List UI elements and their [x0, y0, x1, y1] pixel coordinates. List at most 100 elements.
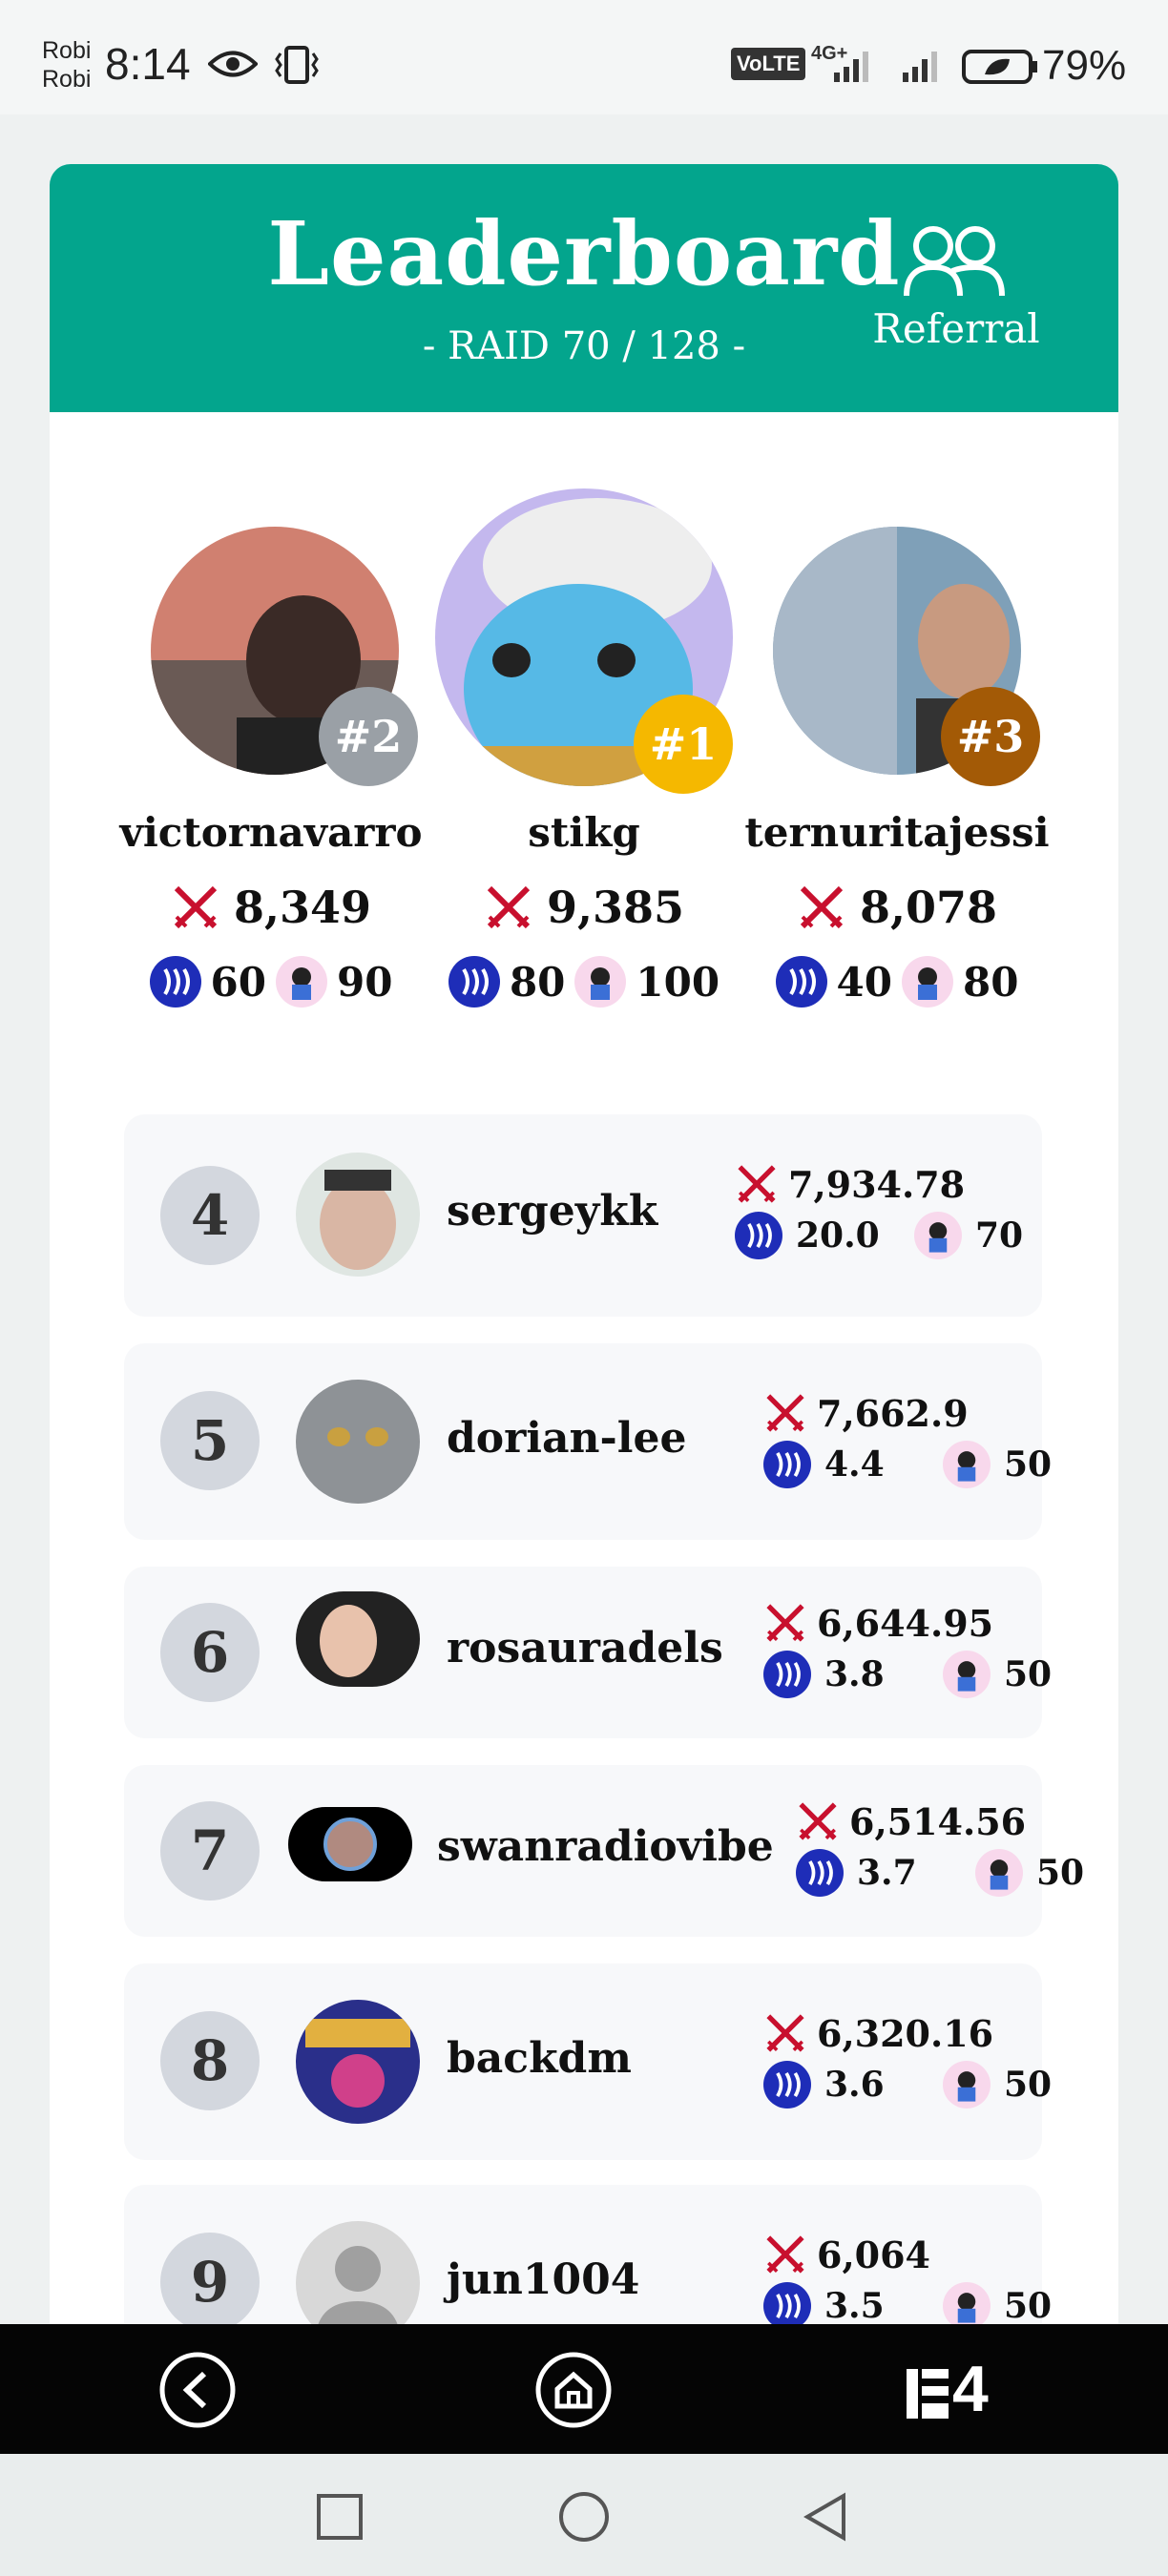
score-value: 9,385 [546, 882, 685, 933]
count-value: 90 [337, 958, 393, 1006]
score: 8,078 [744, 882, 1050, 933]
score: 6,644.95 [763, 1601, 993, 1645]
swords-icon [766, 1604, 804, 1642]
mascot-icon [975, 1849, 1023, 1897]
sp-value: 80 [509, 958, 566, 1006]
rank-badge: #2 [319, 687, 418, 786]
stats: 4.4 50 [763, 1441, 1053, 1494]
username: jun1004 [447, 2255, 640, 2304]
username: rosauradels [447, 1624, 723, 1672]
podium-user-3[interactable]: #3 ternuritajessi 8,078 40 80 [744, 527, 1050, 1195]
list-item[interactable]: 7 swanradiovibe 6,514.56 3.7 50 [124, 1765, 1084, 1937]
count-value: 80 [963, 958, 1019, 1006]
eye-icon [208, 51, 258, 77]
rank-number: 5 [160, 1391, 260, 1490]
stats: 3.7 50 [796, 1849, 1085, 1902]
system-nav-bar [0, 2454, 1168, 2576]
score: 7,662.9 [763, 1391, 969, 1435]
rank-number: 4 [160, 1166, 260, 1265]
swords-icon [174, 885, 218, 929]
signal-icon [834, 52, 868, 82]
battery-percentage: 79% [1042, 42, 1127, 89]
vibrate-icon [275, 46, 319, 84]
grid-icon [907, 2369, 949, 2420]
count-value: 50 [1004, 1654, 1053, 1694]
list-item[interactable]: 4 sergeykk 7,934.78 20.0 70 [124, 1114, 1042, 1317]
steem-icon [796, 1849, 844, 1897]
rank-number: 7 [160, 1801, 260, 1901]
count-value: 50 [1004, 1444, 1053, 1485]
swords-icon [738, 1165, 776, 1203]
avatar [296, 2000, 420, 2124]
podium-user-1[interactable]: #1 stikg 9,385 80 100 [431, 488, 737, 1195]
username: stikg [528, 809, 640, 856]
count-value: 50 [1036, 1853, 1085, 1893]
mascot-icon [276, 956, 327, 1008]
list-item[interactable]: 5 dorian-lee 7,662.9 4.4 50 [124, 1343, 1052, 1540]
steem-icon [448, 956, 500, 1008]
username: sergeykk [447, 1187, 658, 1236]
username: ternuritajessi [744, 809, 1050, 856]
swords-icon [800, 885, 844, 929]
mascot-icon [902, 956, 953, 1008]
score: 6,320.16 [763, 2011, 993, 2055]
users-icon [904, 226, 1005, 297]
list-item[interactable]: 6 rosauradels 6,644.95 3.8 50 [124, 1567, 1052, 1738]
username: backdm [447, 2034, 632, 2083]
swords-icon [766, 2235, 804, 2274]
row-stats: 6,514.56 3.7 50 [796, 1799, 1085, 1904]
avatar [296, 1153, 420, 1277]
brand-logo[interactable]: 4 [907, 2349, 989, 2429]
score-value: 6,064 [817, 2233, 930, 2276]
carrier-1: Robi [42, 37, 92, 64]
steem-icon [763, 2061, 811, 2109]
bottom-nav: 4 [0, 2324, 1168, 2454]
username: swanradiovibe [437, 1822, 774, 1871]
leaderboard-header: Leaderboard - RAID 70 / 128 - Referral [50, 164, 1118, 412]
back-icon[interactable] [158, 2351, 237, 2429]
score: 8,349 [118, 882, 424, 933]
swords-icon [487, 885, 531, 929]
back-nav-icon[interactable] [802, 2492, 851, 2542]
swords-icon [766, 2014, 804, 2052]
score-value: 6,320.16 [817, 2011, 994, 2055]
referral-label: Referral [872, 305, 1040, 352]
podium-user-2[interactable]: #2 victornavarro 8,349 60 90 [118, 527, 424, 1195]
mascot-icon [914, 1212, 962, 1259]
score-value: 8,078 [859, 882, 998, 933]
row-stats: 7,662.9 4.4 50 [763, 1391, 1053, 1496]
stats: 20.0 70 [735, 1212, 1024, 1265]
sp-value: 3.8 [824, 1654, 885, 1694]
stats: 40 80 [744, 956, 1050, 1008]
carrier-label: Robi Robi [42, 36, 91, 93]
username: dorian-lee [447, 1414, 687, 1463]
score-value: 7,662.9 [817, 1391, 969, 1435]
referral-button[interactable]: Referral [861, 223, 1052, 366]
score: 6,064 [763, 2233, 930, 2276]
battery-icon [962, 50, 1037, 84]
avatar [288, 1807, 412, 1881]
row-stats: 6,320.16 3.6 50 [763, 2011, 1052, 2116]
mascot-icon [574, 956, 627, 1008]
rank-badge: #1 [634, 695, 733, 794]
steem-icon [149, 956, 201, 1008]
stats: 3.6 50 [763, 2061, 1052, 2114]
score: 7,934.78 [735, 1162, 965, 1206]
swords-icon [799, 1802, 837, 1840]
sp-value: 60 [210, 958, 266, 1006]
mascot-icon [943, 1651, 991, 1698]
score: 9,385 [431, 882, 737, 933]
status-bar: Robi Robi 8:14 VoLTE 4G+ 79% [0, 0, 1168, 114]
mascot-icon [943, 2061, 991, 2109]
list-item[interactable]: 8 backdm 6,320.16 3.6 50 [124, 1963, 1052, 2160]
carrier-2: Robi [42, 66, 92, 93]
home-icon[interactable] [534, 2351, 613, 2429]
home-nav-icon[interactable] [557, 2490, 611, 2544]
sp-value: 3.7 [857, 1853, 917, 1893]
count-value: 70 [975, 1215, 1024, 1256]
sp-value: 3.6 [824, 2065, 885, 2105]
row-stats: 7,934.78 20.0 70 [735, 1162, 1024, 1267]
avatar [296, 1591, 420, 1687]
rank-number: 8 [160, 2011, 260, 2110]
recents-icon[interactable] [315, 2492, 365, 2542]
